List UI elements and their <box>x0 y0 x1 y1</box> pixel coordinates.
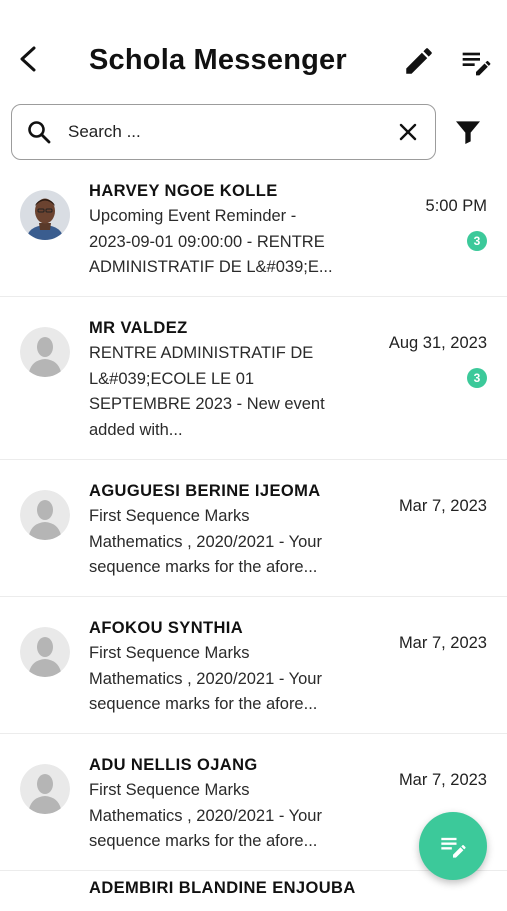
message-row[interactable]: MR VALDEZ RENTRE ADMINISTRATIF DE L&#039… <box>0 297 507 460</box>
message-preview: RENTRE ADMINISTRATIF DE L&#039;ECOLE LE … <box>89 344 325 439</box>
unread-badge: 3 <box>467 368 487 388</box>
app-header: Schola Messenger <box>0 0 507 100</box>
avatar <box>20 190 70 240</box>
message-time: Mar 7, 2023 <box>398 634 487 652</box>
close-icon <box>399 123 417 141</box>
message-preview: Upcoming Event Reminder - 2023-09-01 09:… <box>89 207 333 276</box>
user-placeholder-icon <box>20 764 70 814</box>
user-placeholder-icon <box>20 627 70 677</box>
filter-button[interactable] <box>452 116 484 148</box>
message-time: 5:00 PM <box>425 197 487 215</box>
message-row[interactable]: ADEMBIRI BLANDINE ENJOUBA <box>0 871 507 911</box>
search-icon <box>26 119 52 145</box>
message-row[interactable]: AGUGUESI BERINE IJEOMA First Sequence Ma… <box>0 460 507 597</box>
page-title: Schola Messenger <box>89 44 347 76</box>
message-time: Mar 7, 2023 <box>398 771 487 789</box>
edit-button[interactable] <box>402 44 436 78</box>
back-button[interactable] <box>14 42 44 76</box>
user-placeholder-icon <box>20 490 70 540</box>
edit-list-icon <box>462 52 491 76</box>
message-list: HARVEY NGOE KOLLE Upcoming Event Reminde… <box>0 168 507 911</box>
sender-name: ADU NELLIS OJANG <box>89 756 258 774</box>
edit-list-icon <box>441 837 466 858</box>
message-preview: First Sequence Marks Mathematics , 2020/… <box>89 781 322 850</box>
sender-name: ADEMBIRI BLANDINE ENJOUBA <box>89 879 356 897</box>
avatar <box>20 490 70 540</box>
new-message-fab[interactable] <box>419 812 487 880</box>
avatar <box>20 764 70 814</box>
unread-badge: 3 <box>467 231 487 251</box>
message-row[interactable]: HARVEY NGOE KOLLE Upcoming Event Reminde… <box>0 168 507 297</box>
search-input[interactable] <box>68 116 388 148</box>
filter-icon <box>456 121 480 144</box>
sender-name: AGUGUESI BERINE IJEOMA <box>89 482 321 500</box>
pencil-icon <box>406 48 432 74</box>
message-row[interactable]: AFOKOU SYNTHIA First Sequence Marks Math… <box>0 597 507 734</box>
user-placeholder-icon <box>20 327 70 377</box>
compose-button[interactable] <box>460 46 492 78</box>
sender-name: HARVEY NGOE KOLLE <box>89 182 278 200</box>
message-preview: First Sequence Marks Mathematics , 2020/… <box>89 507 322 576</box>
search-bar <box>11 104 436 160</box>
avatar <box>20 327 70 377</box>
message-time: Aug 31, 2023 <box>388 334 487 352</box>
sender-name: AFOKOU SYNTHIA <box>89 619 244 637</box>
message-preview: First Sequence Marks Mathematics , 2020/… <box>89 644 322 713</box>
clear-search-button[interactable] <box>396 120 420 144</box>
arrow-back-icon <box>20 46 36 72</box>
sender-name: MR VALDEZ <box>89 319 188 337</box>
message-time: Mar 7, 2023 <box>398 497 487 515</box>
user-photo-icon <box>20 190 70 240</box>
avatar <box>20 627 70 677</box>
